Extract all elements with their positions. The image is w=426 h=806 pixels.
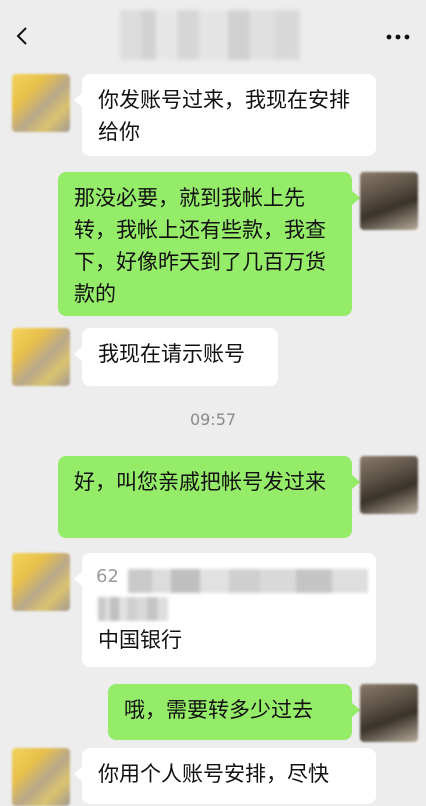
avatar[interactable] [12,74,70,132]
avatar[interactable] [360,456,418,514]
message-bubble[interactable]: 62 中国银行 [74,553,376,667]
message-bubble[interactable]: 你发账号过来，我现在安排给你 [74,74,376,156]
message-text: 中国银行 [98,628,182,652]
avatar[interactable] [360,172,418,230]
avatar[interactable] [12,328,70,386]
message-bubble[interactable]: 哦，需要转多少过去 [108,684,360,740]
avatar[interactable] [12,748,70,806]
chat-title-blurred [120,10,300,60]
message-text: 你发账号过来，我现在安排给你 [98,88,350,144]
message-bubble[interactable]: 我现在请示账号 [74,328,278,386]
chevron-left-icon[interactable] [16,26,28,46]
timestamp: 09:57 [189,410,237,429]
account-number-blurred [98,597,168,621]
message-text: 那没必要，就到我帐上先转，我帐上还有些款，我查下，好像昨天到了几百万货款的 [74,186,326,306]
message-text: 好，叫您亲戚把帐号发过来 [74,470,326,494]
message-text: 哦，需要转多少过去 [124,698,313,722]
chat-header [0,0,426,70]
message-text: 我现在请示账号 [98,342,245,366]
message-bubble[interactable]: 那没必要，就到我帐上先转，我帐上还有些款，我查下，好像昨天到了几百万货款的 [58,172,360,316]
message-bubble[interactable]: 你用个人账号安排，尽快 [74,748,376,804]
account-number-blurred [128,569,368,593]
avatar[interactable] [360,684,418,742]
message-text: 你用个人账号安排，尽快 [98,762,329,786]
ellipsis-icon[interactable] [386,34,410,40]
avatar[interactable] [12,553,70,611]
account-number-prefix: 62 [96,566,119,587]
message-bubble[interactable]: 好，叫您亲戚把帐号发过来 [58,456,360,538]
